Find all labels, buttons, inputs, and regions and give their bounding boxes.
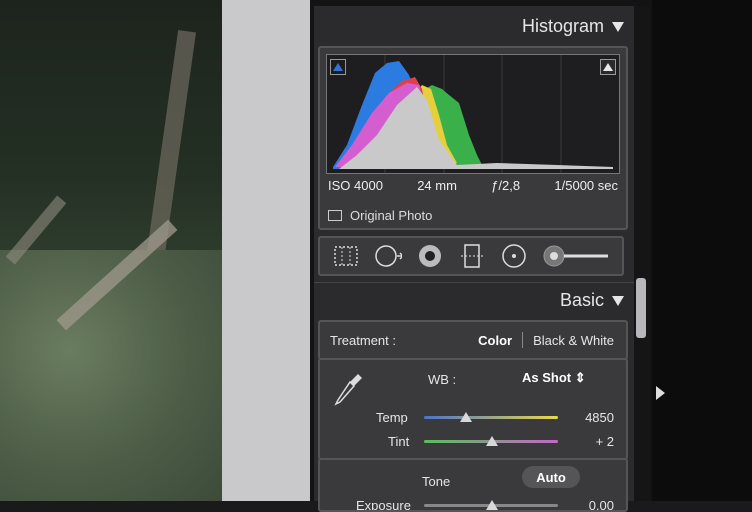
basic-title: Basic <box>559 290 604 310</box>
collapse-triangle-icon[interactable] <box>612 21 624 32</box>
histogram-title: Histogram <box>521 16 604 36</box>
expand-panel-arrow-icon[interactable] <box>656 386 665 400</box>
tool-strip <box>318 236 624 276</box>
auto-tone-button[interactable]: Auto <box>522 466 580 488</box>
exposure-label: Exposure <box>356 498 411 512</box>
adjustment-brush-icon[interactable] <box>542 243 612 269</box>
highlight-clipping-indicator[interactable] <box>600 59 616 75</box>
spot-removal-icon[interactable] <box>374 243 402 269</box>
iso-value: ISO 4000 <box>328 178 383 193</box>
panel-scrollbar[interactable] <box>634 6 650 501</box>
screen-bezel <box>652 0 752 501</box>
histogram-graph <box>326 54 620 174</box>
highlight-clip-icon <box>603 63 613 71</box>
original-photo-toggle[interactable]: Original Photo <box>328 208 432 223</box>
photo-preview <box>0 0 232 501</box>
exposure-value[interactable]: 0,00 <box>564 498 614 510</box>
red-eye-icon[interactable] <box>416 243 444 269</box>
crop-overlay-icon[interactable] <box>332 243 360 269</box>
original-photo-checkbox[interactable] <box>328 210 342 221</box>
photo-grass <box>0 250 232 501</box>
basic-header[interactable]: Basic <box>560 290 624 311</box>
histogram-box: ISO 4000 24 mm ƒ/2,8 1/5000 sec Original… <box>318 46 628 230</box>
wb-label: WB : <box>428 372 457 387</box>
treatment-label: Treatment : <box>330 332 396 348</box>
eyedropper-icon[interactable] <box>334 370 364 411</box>
tint-label: Tint <box>388 434 410 449</box>
tone-label: Tone <box>422 474 451 489</box>
temp-value[interactable]: 4850 <box>564 410 614 425</box>
white-balance-group: WB : As Shot ⇕ Temp 4850 Tint + 2 <box>318 358 628 460</box>
shadow-clip-icon <box>333 63 343 71</box>
tint-slider-thumb[interactable] <box>486 436 498 446</box>
temp-label: Temp <box>376 410 408 425</box>
focal-length: 24 mm <box>417 178 457 193</box>
tint-value[interactable]: + 2 <box>564 434 614 449</box>
treatment-bw-option[interactable]: Black & White <box>533 333 614 348</box>
treatment-color-option[interactable]: Color <box>478 333 512 348</box>
graduated-filter-icon[interactable] <box>458 243 486 269</box>
collapse-triangle-icon[interactable] <box>612 295 624 306</box>
histogram-header[interactable]: Histogram <box>522 16 624 37</box>
image-frame <box>222 0 310 501</box>
exif-info: ISO 4000 24 mm ƒ/2,8 1/5000 sec <box>328 178 618 193</box>
aperture: ƒ/2,8 <box>491 178 521 193</box>
tone-group: Tone Auto Exposure 0,00 <box>318 458 628 512</box>
treatment-row: Treatment : Color Black & White <box>318 320 628 360</box>
section-divider <box>314 282 634 283</box>
temp-slider[interactable] <box>424 416 558 419</box>
shadow-clipping-indicator[interactable] <box>330 59 346 75</box>
treatment-divider <box>522 332 524 348</box>
histogram-curves <box>333 55 613 173</box>
exposure-slider-thumb[interactable] <box>486 500 498 510</box>
temp-slider-thumb[interactable] <box>460 412 472 422</box>
original-photo-label: Original Photo <box>350 208 433 223</box>
wb-dropdown[interactable]: As Shot ⇕ <box>522 370 586 386</box>
scrollbar-thumb[interactable] <box>636 278 646 338</box>
develop-right-panel: Histogram ISO 4000 24 mm ƒ/2,8 1/5000 se… <box>314 6 634 512</box>
radial-filter-icon[interactable] <box>500 243 528 269</box>
shutter-speed: 1/5000 sec <box>554 178 618 193</box>
